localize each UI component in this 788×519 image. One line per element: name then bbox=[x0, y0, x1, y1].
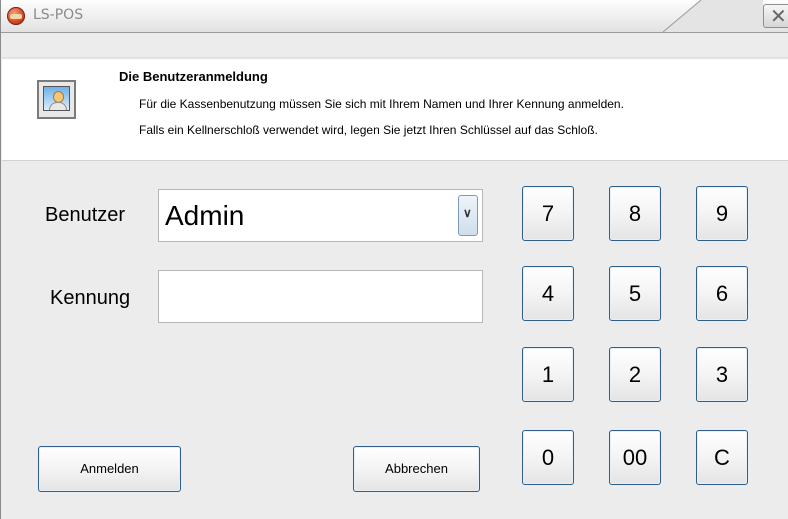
keypad-clear[interactable]: C bbox=[696, 430, 748, 485]
user-select-value: Admin bbox=[165, 200, 245, 231]
window-title: LS-POS bbox=[33, 7, 84, 23]
keypad-2[interactable]: 2 bbox=[609, 347, 661, 402]
keypad-5[interactable]: 5 bbox=[609, 266, 661, 321]
user-select[interactable]: Admin ∨ bbox=[158, 189, 483, 242]
header-description-line1: Für die Kassenbenutzung müssen Sie sich … bbox=[139, 97, 624, 111]
user-label: Benutzer bbox=[45, 204, 126, 226]
header-description-line2: Falls ein Kellnerschloß verwendet wird, … bbox=[139, 123, 598, 137]
keypad-6[interactable]: 6 bbox=[696, 266, 748, 321]
header-title: Die Benutzeranmeldung bbox=[119, 69, 268, 84]
password-label: Kennung bbox=[50, 287, 131, 309]
user-login-icon bbox=[37, 80, 76, 119]
close-button[interactable]: ✕ bbox=[763, 4, 788, 28]
keypad-00[interactable]: 00 bbox=[609, 430, 661, 485]
chevron-down-icon: ∨ bbox=[463, 206, 472, 220]
title-bar[interactable]: LS-POS ✕ bbox=[1, 0, 788, 33]
login-button[interactable]: Anmelden bbox=[38, 446, 181, 492]
keypad-1[interactable]: 1 bbox=[522, 347, 574, 402]
keypad-8[interactable]: 8 bbox=[609, 186, 661, 241]
login-window: LS-POS ✕ Die Benutzeranmeldung Für die K… bbox=[0, 0, 788, 519]
keypad-0[interactable]: 0 bbox=[522, 430, 574, 485]
pos-app-icon bbox=[7, 7, 25, 25]
keypad-4[interactable]: 4 bbox=[522, 266, 574, 321]
keypad-7[interactable]: 7 bbox=[522, 186, 574, 241]
header-panel: Die Benutzeranmeldung Für die Kassenbenu… bbox=[2, 59, 788, 161]
close-icon: ✕ bbox=[770, 4, 787, 28]
password-input[interactable] bbox=[158, 270, 483, 323]
title-bar-decoration bbox=[663, 0, 763, 32]
keypad-9[interactable]: 9 bbox=[696, 186, 748, 241]
user-select-dropdown-button[interactable]: ∨ bbox=[458, 195, 478, 236]
keypad-3[interactable]: 3 bbox=[696, 347, 748, 402]
cancel-button[interactable]: Abbrechen bbox=[353, 446, 480, 492]
